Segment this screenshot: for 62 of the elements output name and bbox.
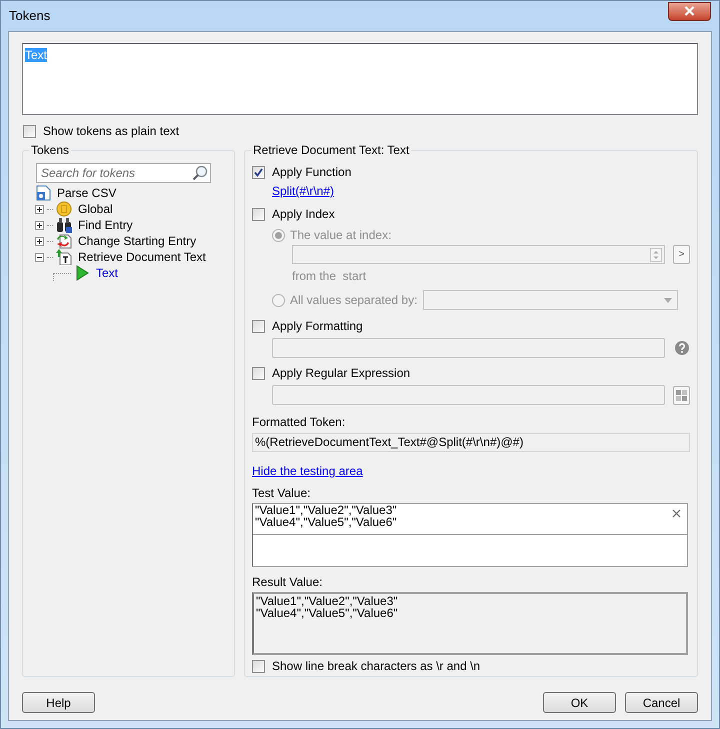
tree-item[interactable]: Parse CSV	[54, 184, 116, 202]
checkbox-label: Apply Regular Expression	[272, 365, 410, 382]
radio-button[interactable]	[272, 294, 285, 306]
field-caption: from the start	[292, 268, 368, 285]
expander-icon[interactable]	[35, 204, 44, 214]
formatted-token-field[interactable]: %(RetrieveDocumentText_Text#@Split(#\r\n#)@#)	[252, 433, 690, 452]
grid-button[interactable]	[673, 386, 690, 404]
checkbox[interactable]	[252, 660, 265, 672]
document-icon	[35, 185, 51, 201]
tree-item[interactable]: Retrieve Document Text	[75, 248, 206, 266]
clear-icon	[672, 509, 681, 518]
checkbox[interactable]	[252, 366, 265, 380]
tree-item[interactable]: Text	[93, 264, 118, 282]
checkbox-label: Apply Function	[272, 164, 352, 181]
expander-icon[interactable]	[35, 236, 44, 246]
play-icon	[74, 265, 90, 281]
checkbox[interactable]	[252, 166, 265, 178]
field-label: Test Value:	[252, 485, 310, 502]
close-icon	[684, 6, 695, 16]
search-icon	[192, 165, 208, 181]
tree-item[interactable]: Find Entry	[75, 216, 133, 234]
checkbox[interactable]	[23, 124, 36, 138]
regex-field[interactable]	[272, 385, 665, 405]
testing-area-link[interactable]: Hide the testing area	[252, 462, 363, 480]
dialog-button[interactable]: OK	[543, 692, 616, 713]
test-value-field[interactable]: "Value1","Value2","Value3" "Value4","Value5","Value6"	[252, 503, 688, 567]
expander-icon[interactable]	[35, 252, 44, 262]
function-link[interactable]: Split(#\r\n#)	[272, 182, 334, 200]
grid-icon	[676, 390, 687, 400]
radio-button[interactable]	[272, 228, 285, 242]
group-title: Retrieve Document Text: Text	[251, 143, 412, 157]
number-field[interactable]	[292, 245, 665, 264]
checkbox-label: Apply Index	[272, 206, 335, 223]
close-button[interactable]	[668, 2, 711, 20]
document-arrows-icon	[56, 233, 72, 249]
radio-label: All values separated by:	[290, 292, 418, 309]
checkbox-label: Show tokens as plain text	[43, 123, 180, 140]
expander-icon[interactable]	[35, 220, 44, 230]
checkbox[interactable]	[252, 320, 265, 332]
dialog-button[interactable]: Cancel	[625, 692, 698, 713]
search-field[interactable]: Search for tokens	[36, 163, 211, 183]
help-icon	[675, 341, 689, 355]
spinner-icon	[650, 248, 662, 262]
dropdown[interactable]	[423, 290, 678, 310]
window-title: Tokens	[9, 7, 50, 26]
formatting-field[interactable]	[272, 338, 665, 358]
document-arrow-icon	[56, 249, 72, 265]
group-title: Tokens	[29, 143, 72, 157]
tree-item[interactable]: Global	[75, 200, 113, 218]
field-label: Result Value:	[252, 574, 322, 591]
tree-item[interactable]: Change Starting Entry	[75, 232, 196, 250]
checkbox[interactable]	[252, 208, 265, 220]
binoculars-icon	[56, 217, 72, 233]
field-label: Formatted Token:	[252, 414, 346, 431]
next-button[interactable]: >	[673, 245, 690, 264]
radio-label: The value at index:	[290, 227, 392, 244]
result-value-field[interactable]: "Value1","Value2","Value3" "Value4","Value5","Value6"	[252, 592, 688, 655]
coin-icon	[56, 201, 72, 217]
dialog-button[interactable]: Help	[22, 692, 95, 713]
checkbox-label: Apply Formatting	[272, 318, 363, 335]
checkbox-label: Show line break characters as \r and \n	[272, 658, 480, 675]
dropdown-arrow-icon	[664, 298, 672, 302]
